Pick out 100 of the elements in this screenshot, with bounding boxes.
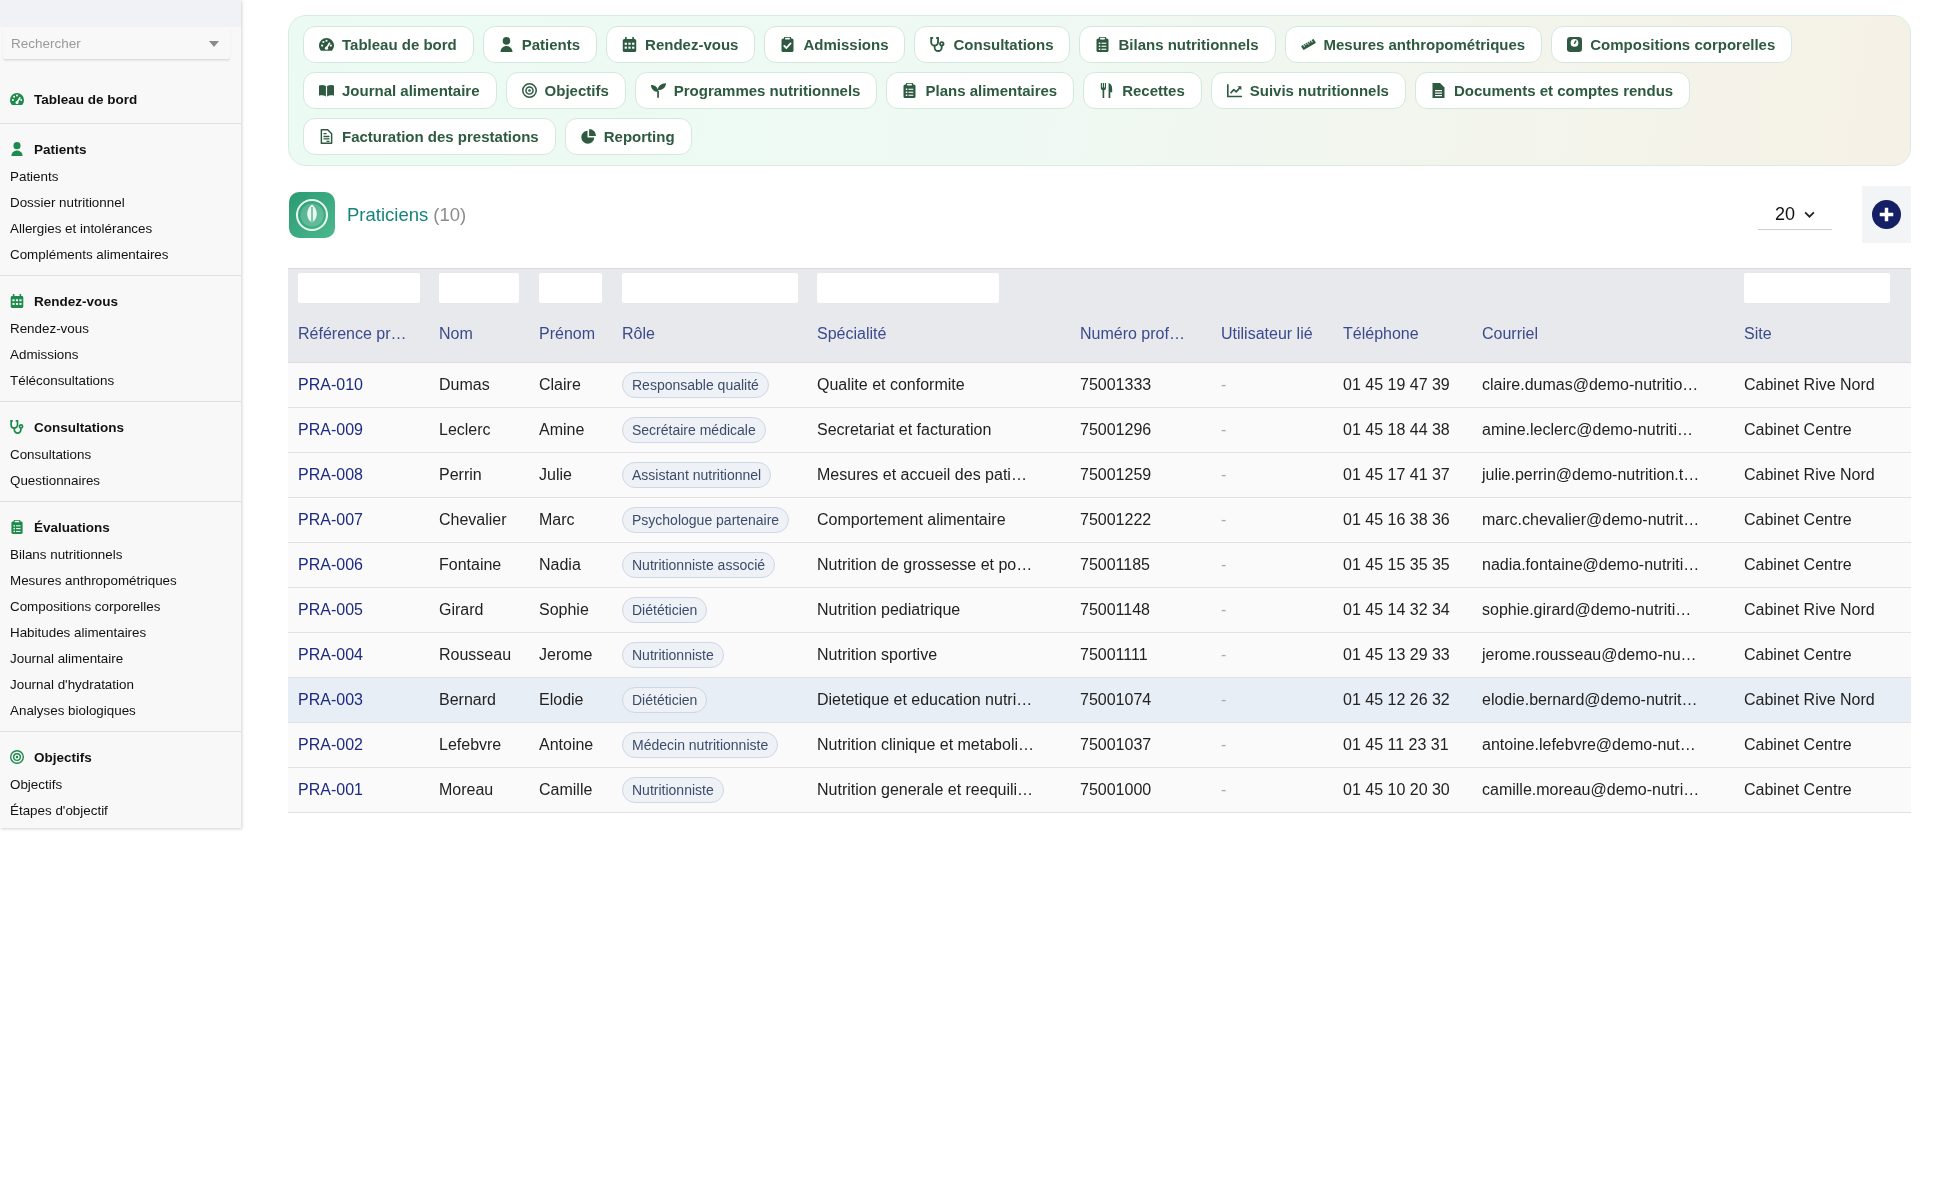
site-name: Cabinet Centre xyxy=(1744,420,1852,438)
sidebar-group-title: Patients xyxy=(34,141,87,157)
nav-button[interactable]: Mesures anthropométriques xyxy=(1284,26,1543,63)
reference-link[interactable]: PRA-009 xyxy=(298,420,363,438)
utensils-icon xyxy=(1099,83,1115,98)
sidebar-item[interactable]: Compositions corporelles xyxy=(0,594,241,620)
nav-button[interactable]: Journal alimentaire xyxy=(303,72,497,109)
nav-button[interactable]: Rendez-vous xyxy=(606,26,756,63)
reference-link[interactable]: PRA-004 xyxy=(298,645,363,663)
pie-chart-icon xyxy=(580,129,596,144)
sidebar-item[interactable]: Consultations xyxy=(0,442,241,468)
nav-button[interactable]: Admissions xyxy=(764,26,906,63)
phone-number: 01 45 17 41 37 xyxy=(1343,465,1450,483)
professional-number: 75001111 xyxy=(1080,645,1148,663)
reference-link[interactable]: PRA-010 xyxy=(298,375,363,393)
sidebar-item[interactable]: Compléments alimentaires xyxy=(0,242,241,268)
sidebar-item[interactable]: Admissions xyxy=(0,342,241,368)
first-name: Sophie xyxy=(539,600,589,618)
nav-button[interactable]: Recettes xyxy=(1083,72,1202,109)
reference-link[interactable]: PRA-006 xyxy=(298,555,363,573)
table-row[interactable]: PRA-002 Lefebvre Antoine Médecin nutritionniste Nutrition clinique et metaboli… 75001037 - 01 45 11 23 31 antoine.lefebvre@demo-nut… Cabinet Centre xyxy=(288,722,1911,767)
sidebar-item[interactable]: Rendez-vous xyxy=(0,316,241,342)
linked-user-text: - xyxy=(1221,375,1227,393)
leaf-logo-icon xyxy=(289,191,335,238)
table-row[interactable]: PRA-004 Rousseau Jerome Nutritionniste Nutrition sportive 75001111 - 01 45 13 29 33 jerome.rousseau@demo-nu… Cabinet Centre xyxy=(288,632,1911,677)
professional-number: 75001333 xyxy=(1080,375,1152,393)
column-header[interactable]: Rôle xyxy=(612,307,807,362)
nav-button[interactable]: Patients xyxy=(482,26,598,63)
column-header[interactable]: Nom xyxy=(429,307,529,362)
table-row[interactable]: PRA-007 Chevalier Marc Psychologue partenaire Comportement alimentaire 75001222 - 01 45 16 38 36 marc.chevalier@demo-nutrit… Cabinet Centre xyxy=(288,497,1911,542)
column-header[interactable]: Spécialité xyxy=(807,307,1070,362)
sidebar-item[interactable]: Journal alimentaire xyxy=(0,646,241,672)
nav-button[interactable]: Suivis nutritionnels xyxy=(1210,72,1406,109)
sidebar-item[interactable]: Questionnaires xyxy=(0,468,241,494)
table-row[interactable]: PRA-009 Leclerc Amine Secrétaire médicale Secretariat et facturation 75001296 - 01 45 18 44 38 amine.leclerc@demo-nutriti… Cabinet Centre xyxy=(288,407,1911,452)
table-row[interactable]: PRA-001 Moreau Camille Nutritionniste Nutrition generale et reequili… 75001000 - 01 45 10 20 30 camille.moreau@demo-nutri… Cabinet Centre xyxy=(288,767,1911,812)
scale-icon xyxy=(1567,37,1583,52)
reference-link[interactable]: PRA-002 xyxy=(298,735,363,753)
last-name: Dumas xyxy=(439,375,490,393)
first-name: Marc xyxy=(539,510,575,528)
email-address: claire.dumas@demo-nutritio… xyxy=(1482,375,1699,393)
email-address: camille.moreau@demo-nutri… xyxy=(1482,780,1700,798)
table-row[interactable]: PRA-008 Perrin Julie Assistant nutritionnel Mesures et accueil des pati… 75001259 - 01 45 17 41 37 julie.perrin@demo-nutrition.t… Cabinet Rive Nord xyxy=(288,452,1911,497)
column-header[interactable]: Téléphone xyxy=(1333,307,1472,362)
sidebar-item[interactable]: Téléconsultations xyxy=(0,368,241,394)
column-header[interactable]: Référence pr… xyxy=(288,307,429,362)
table-row[interactable]: PRA-010 Dumas Claire Responsable qualité Qualite et conformite 75001333 - 01 45 19 47 39 claire.dumas@demo-nutritio… Cabinet Rive Nord xyxy=(288,362,1911,407)
add-button[interactable] xyxy=(1862,186,1911,243)
linked-user-text: - xyxy=(1221,420,1227,438)
page-title: Praticiens xyxy=(347,203,429,226)
sidebar-item[interactable]: Patients xyxy=(0,164,241,190)
sidebar-item[interactable]: Objectifs xyxy=(0,772,241,798)
nav-button[interactable]: Compositions corporelles xyxy=(1551,26,1793,63)
nav-button[interactable]: Programmes nutritionnels xyxy=(634,72,878,109)
phone-number: 01 45 19 47 39 xyxy=(1343,375,1450,393)
nav-button[interactable]: Objectifs xyxy=(505,72,626,109)
sidebar-item[interactable]: Dossier nutritionnel xyxy=(0,190,241,216)
reference-link[interactable]: PRA-001 xyxy=(298,780,363,798)
column-header[interactable]: Site xyxy=(1734,307,1911,362)
column-header[interactable]: Numéro prof… xyxy=(1070,307,1211,362)
site-name: Cabinet Rive Nord xyxy=(1744,465,1875,483)
nav-button[interactable]: Bilans nutritionnels xyxy=(1079,26,1276,63)
chevron-icon xyxy=(1804,210,1815,218)
reference-link[interactable]: PRA-008 xyxy=(298,465,363,483)
specialty-text: Secretariat et facturation xyxy=(817,420,992,438)
reference-link[interactable]: PRA-007 xyxy=(298,510,363,528)
sidebar-item[interactable]: Mesures anthropométriques xyxy=(0,568,241,594)
first-name: Camille xyxy=(539,780,593,798)
per-page-select[interactable]: 20 xyxy=(1758,199,1832,230)
professional-number: 75001000 xyxy=(1080,780,1152,798)
table-row[interactable]: PRA-005 Girard Sophie Diététicien Nutrition pediatrique 75001148 - 01 45 14 32 34 sophie.girard@demo-nutriti… Cabinet Rive Nord xyxy=(288,587,1911,632)
sidebar-item[interactable]: Allergies et intolérances xyxy=(0,216,241,242)
role-badge: Diététicien xyxy=(622,686,708,713)
nav-button[interactable]: Facturation des prestations xyxy=(303,118,556,155)
last-name: Perrin xyxy=(439,465,482,483)
linked-user-text: - xyxy=(1221,690,1227,708)
sidebar-link[interactable]: Tableau de bord xyxy=(34,91,138,107)
role-badge: Assistant nutritionnel xyxy=(622,461,772,488)
sidebar-item[interactable]: Habitudes alimentaires xyxy=(0,620,241,646)
search-field[interactable]: Rechercher xyxy=(3,27,230,60)
column-header[interactable]: Prénom xyxy=(529,307,612,362)
nav-button[interactable]: Consultations xyxy=(914,26,1071,63)
reference-link[interactable]: PRA-003 xyxy=(298,690,363,708)
phone-number: 01 45 13 29 33 xyxy=(1343,645,1450,663)
email-address: elodie.bernard@demo-nutrit… xyxy=(1482,690,1698,708)
nav-button[interactable]: Reporting xyxy=(564,118,692,155)
book-icon xyxy=(319,83,334,98)
nav-button[interactable]: Tableau de bord xyxy=(303,26,474,63)
column-header[interactable]: Courriel xyxy=(1472,307,1734,362)
reference-link[interactable]: PRA-005 xyxy=(298,600,363,618)
nav-button[interactable]: Plans alimentaires xyxy=(886,72,1075,109)
sidebar-item[interactable]: Journal d'hydratation xyxy=(0,672,241,698)
stethoscope-icon xyxy=(930,37,946,52)
column-header[interactable]: Utilisateur lié xyxy=(1211,307,1333,362)
sidebar-item[interactable]: Bilans nutritionnels xyxy=(0,542,241,568)
sidebar-item[interactable]: Analyses biologiques xyxy=(0,698,241,724)
table-row[interactable]: PRA-006 Fontaine Nadia Nutritionniste associé Nutrition de grossesse et po… 75001185 - 01 45 15 35 35 nadia.fontaine@demo-nutriti… Cabinet Centre xyxy=(288,542,1911,587)
nav-button[interactable]: Documents et comptes rendus xyxy=(1414,72,1691,109)
sidebar-item[interactable]: Étapes d'objectif xyxy=(0,798,241,824)
gauge-icon xyxy=(319,37,334,52)
